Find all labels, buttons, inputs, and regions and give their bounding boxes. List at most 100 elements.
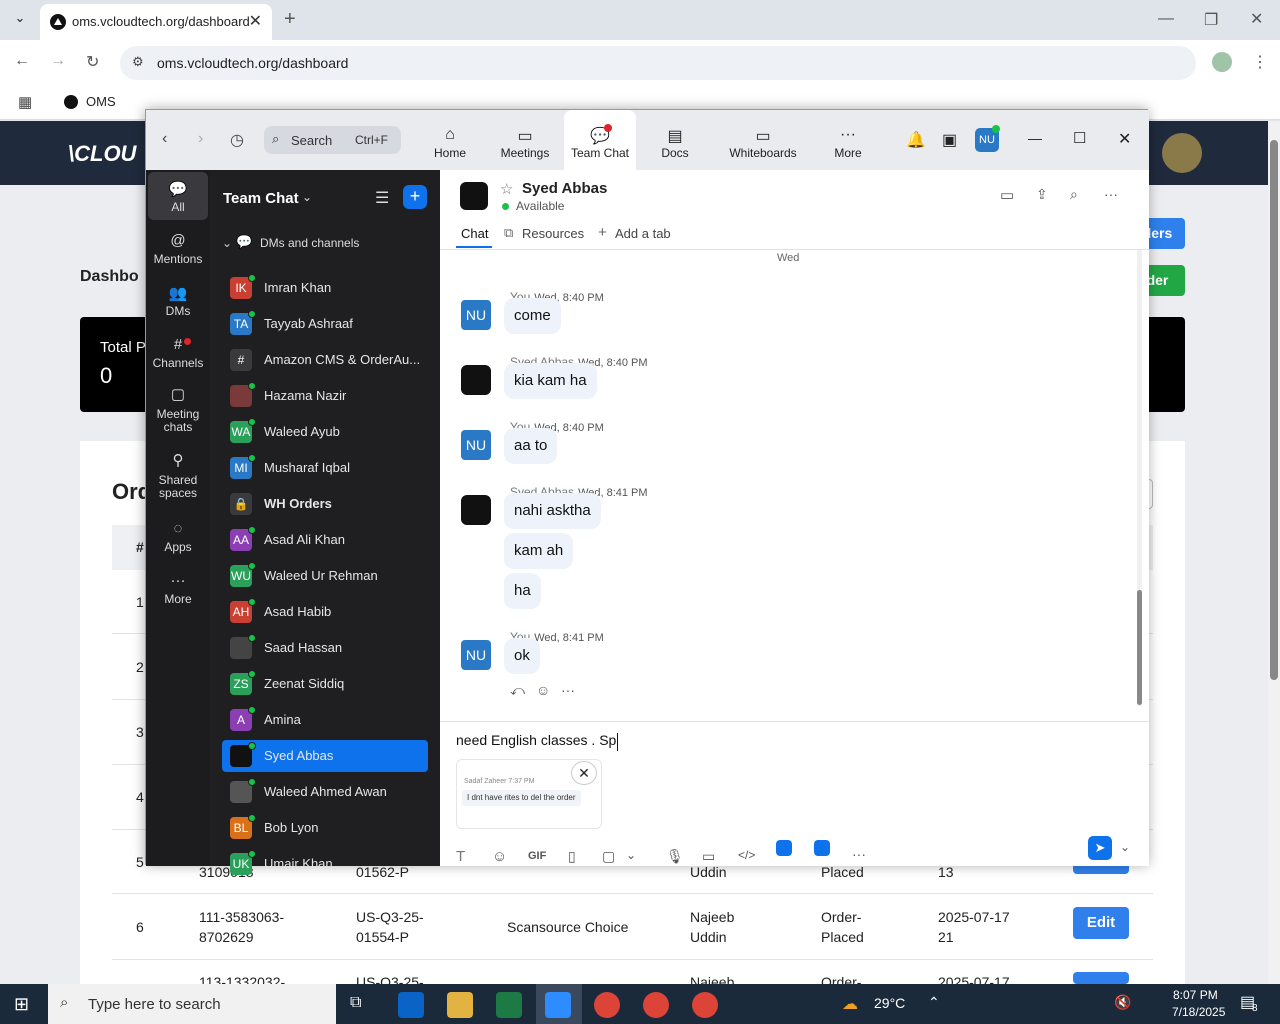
contact-item[interactable]: Hazama Nazir <box>222 380 428 412</box>
rail-all[interactable]: 💬 All <box>148 172 208 220</box>
share-screen-icon[interactable]: ⇪ <box>1036 186 1048 203</box>
user-avatar[interactable] <box>1162 133 1202 173</box>
window-close-icon[interactable]: ✕ <box>1118 129 1131 149</box>
menu-kebab-icon[interactable]: ⋮ <box>1252 52 1268 72</box>
my-avatar[interactable]: NU <box>461 430 491 460</box>
contact-item[interactable]: Saad Hassan <box>222 632 428 664</box>
sender-avatar[interactable] <box>461 495 491 525</box>
weather-temp[interactable]: 29°C <box>874 995 905 1011</box>
nav-more[interactable]: ··· More <box>826 110 870 170</box>
tab-resources[interactable]: Resources <box>522 226 584 241</box>
microphone-icon[interactable]: 🎙 <box>666 848 684 865</box>
emoji-icon[interactable]: ☺ <box>492 848 507 865</box>
filter-icon[interactable]: ☰ <box>375 188 389 208</box>
windows-start-icon[interactable]: ⊞ <box>14 994 29 1015</box>
apps-grid-icon[interactable]: ▦ <box>18 93 32 111</box>
zoom-app-icon[interactable] <box>545 992 571 1018</box>
contact-item[interactable]: A Amina <box>222 704 428 736</box>
app-icon-2[interactable] <box>814 840 830 856</box>
contact-item[interactable]: Syed Abbas <box>222 740 428 772</box>
contact-item[interactable]: TA Tayyab Ashraaf <box>222 308 428 340</box>
chrome-icon-3[interactable] <box>692 992 718 1018</box>
clock-time[interactable]: 8:07 PM <box>1173 988 1218 1002</box>
format-text-icon[interactable]: T <box>456 848 465 865</box>
chat-search-icon[interactable]: ⌕ <box>1070 186 1078 203</box>
forward-arrow-icon[interactable]: › <box>198 130 203 148</box>
new-tab-icon[interactable]: + <box>284 8 296 31</box>
browser-tab[interactable]: oms.vcloudtech.org/dashboard ✕ <box>40 4 272 40</box>
rail-dms[interactable]: 👥 DMs <box>148 284 208 318</box>
contact-item[interactable]: UK Umair Khan <box>222 848 428 880</box>
tab-chat[interactable]: Chat <box>461 226 488 241</box>
app-icon-1[interactable] <box>776 840 792 856</box>
contact-item[interactable]: BL Bob Lyon <box>222 812 428 844</box>
rail-apps[interactable]: ◌ Apps <box>148 520 208 554</box>
message-bubble[interactable]: ok <box>504 638 540 674</box>
sender-avatar[interactable] <box>461 365 491 395</box>
file-icon[interactable]: ▯ <box>568 848 576 865</box>
contact-item[interactable]: MI Musharaf Iqbal <box>222 452 428 484</box>
task-view-icon[interactable]: ⧉ <box>350 994 361 1012</box>
nav-home[interactable]: ⌂ Home <box>424 110 476 170</box>
nav-docs[interactable]: ▤ Docs <box>651 110 699 170</box>
nav-whiteboards[interactable]: ▭ Whiteboards <box>726 110 800 170</box>
weather-icon[interactable]: ☁ <box>842 994 858 1014</box>
video-call-icon[interactable]: ▭ <box>1000 186 1014 204</box>
rail-channels[interactable]: # Channels <box>148 336 208 370</box>
minimize-icon[interactable]: — <box>1158 10 1174 28</box>
chrome-icon-2[interactable] <box>643 992 669 1018</box>
my-avatar[interactable]: NU <box>461 640 491 670</box>
window-minimize-icon[interactable]: — <box>1028 130 1042 146</box>
rail-mentions[interactable]: @ Mentions <box>148 232 208 266</box>
nav-team-chat[interactable]: 💬 Team Chat <box>564 110 636 170</box>
star-icon[interactable]: ☆ <box>500 180 513 198</box>
back-icon[interactable]: ← <box>14 52 30 70</box>
my-avatar[interactable]: NU <box>461 300 491 330</box>
contact-item[interactable]: IK Imran Khan <box>222 272 428 304</box>
contact-item[interactable]: AH Asad Habib <box>222 596 428 628</box>
address-bar[interactable]: ⚙ oms.vcloudtech.org/dashboard <box>120 46 1196 80</box>
chat-avatar[interactable] <box>460 182 488 210</box>
remove-quote-close-icon[interactable]: ✕ <box>571 761 597 785</box>
row7-edit-button[interactable] <box>1073 972 1129 984</box>
message-bubble[interactable]: nahi asktha <box>504 493 601 529</box>
calendar-icon[interactable]: ▣ <box>942 130 957 150</box>
contact-item[interactable]: WU Waleed Ur Rehman <box>222 560 428 592</box>
taskbar-search[interactable]: ⌕ Type here to search <box>48 984 336 1024</box>
restore-icon[interactable]: ❐ <box>1204 10 1218 30</box>
nav-meetings[interactable]: ▭ Meetings <box>496 110 554 170</box>
video-message-icon[interactable]: ▭ <box>702 848 715 865</box>
chrome-icon-1[interactable] <box>594 992 620 1018</box>
compose-more-icon[interactable]: ··· <box>852 846 866 862</box>
close-window-icon[interactable]: ✕ <box>1250 9 1263 29</box>
chat-name[interactable]: Syed Abbas <box>522 180 607 197</box>
message-bubble[interactable]: aa to <box>504 428 558 464</box>
chat-scroll-thumb[interactable] <box>1137 590 1142 705</box>
rail-meeting-chats[interactable]: ▢ Meeting chats <box>148 387 208 434</box>
add-reaction-icon[interactable]: ☺ <box>536 682 550 698</box>
window-maximize-icon[interactable]: ☐ <box>1073 129 1086 147</box>
send-options-icon[interactable]: ⌄ <box>1120 840 1130 854</box>
zoom-search-box[interactable]: ⌕ Search Ctrl+F <box>264 126 401 154</box>
row6-edit-button[interactable]: Edit <box>1073 907 1129 939</box>
speaker-icon[interactable]: 🔇 <box>1114 994 1131 1011</box>
profile-avatar[interactable] <box>1212 52 1232 72</box>
bookmark-oms[interactable]: OMS <box>86 94 116 109</box>
screenshot-icon[interactable]: ▢ <box>602 848 615 865</box>
contact-item[interactable]: ZS Zeenat Siddiq <box>222 668 428 700</box>
history-icon[interactable]: ◷ <box>230 130 244 150</box>
quoted-message-card[interactable]: Sadaf Zaheer 7:37 PM I dnt have rites to… <box>456 759 602 829</box>
contact-item[interactable]: AA Asad Ali Khan <box>222 524 428 556</box>
tab-add[interactable]: Add a tab <box>615 226 671 241</box>
file-explorer-icon[interactable] <box>447 992 473 1018</box>
rail-more[interactable]: ··· More <box>148 572 208 606</box>
message-bubble[interactable]: kam ah <box>504 533 574 569</box>
reply-icon[interactable]: ⤺ <box>510 682 525 699</box>
message-bubble[interactable]: ha <box>504 573 541 609</box>
site-info-icon[interactable]: ⚙ <box>132 54 144 70</box>
section-chevron-icon[interactable]: ⌄ <box>222 236 232 250</box>
gif-icon[interactable]: GIF <box>528 850 546 862</box>
code-snippet-icon[interactable]: </> <box>738 848 755 862</box>
screenshot-dropdown-icon[interactable]: ⌄ <box>626 848 636 862</box>
compose-input[interactable]: need English classes . Sp <box>456 732 616 748</box>
